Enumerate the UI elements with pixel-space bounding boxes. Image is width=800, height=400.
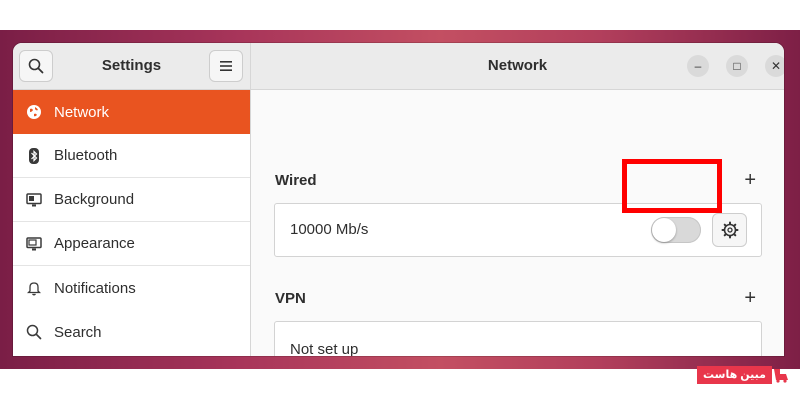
close-button[interactable]: ✕ <box>765 55 784 77</box>
vpn-card: Not set up <box>274 321 762 356</box>
minimize-button[interactable]: – <box>687 55 709 77</box>
sidebar-item-network[interactable]: Network <box>13 90 250 134</box>
add-wired-button[interactable]: + <box>744 170 756 190</box>
sidebar-title: Settings <box>101 57 162 74</box>
highlight-annotation-box <box>622 159 722 213</box>
sidebar-item-label: Appearance <box>54 235 135 252</box>
gear-icon <box>721 221 738 239</box>
globe-icon <box>25 103 43 121</box>
sidebar-item-background[interactable]: Background <box>13 178 250 222</box>
add-vpn-button[interactable]: + <box>744 288 756 308</box>
sidebar-item-label: Bluetooth <box>54 147 118 164</box>
minimize-icon: – <box>694 59 702 73</box>
close-icon: ✕ <box>770 59 782 73</box>
sidebar: Network Bluetooth Background Appearance … <box>13 90 251 356</box>
search-icon <box>28 58 44 74</box>
bell-icon <box>25 279 43 297</box>
maximize-button[interactable]: □ <box>726 55 748 77</box>
sidebar-item-search[interactable]: Search <box>13 310 250 354</box>
wired-speed-label: 10000 Mb/s <box>290 221 369 238</box>
vpn-status-label: Not set up <box>290 341 359 356</box>
hamburger-icon <box>220 61 232 71</box>
main-panel: Wired + 10000 Mb/s VPN + Not set up <box>251 90 784 356</box>
bluetooth-icon <box>25 147 43 165</box>
logo-icon <box>773 369 788 383</box>
watermark: مبین هاست <box>697 366 790 384</box>
maximize-icon: □ <box>733 59 741 73</box>
wired-section-title: Wired <box>275 172 317 189</box>
search-icon <box>25 323 43 341</box>
appearance-icon <box>25 235 43 253</box>
sidebar-item-bluetooth[interactable]: Bluetooth <box>13 134 250 178</box>
sidebar-item-label: Background <box>54 191 135 208</box>
sidebar-item-label: Notifications <box>54 279 136 297</box>
sidebar-item-appearance[interactable]: Appearance <box>13 222 250 266</box>
sidebar-item-label: Search <box>54 323 102 341</box>
monitor-icon <box>25 191 43 209</box>
wired-toggle-switch[interactable] <box>651 217 701 243</box>
menu-button[interactable] <box>209 50 243 82</box>
vpn-section-title: VPN <box>275 290 306 307</box>
watermark-text: مبین هاست <box>697 366 772 384</box>
main-header: Network – □ ✕ <box>251 43 784 90</box>
sidebar-item-notifications[interactable]: Notifications <box>13 266 250 310</box>
sidebar-header: Settings <box>13 43 251 90</box>
search-button[interactable] <box>19 50 53 82</box>
toggle-knob <box>652 218 676 242</box>
sidebar-item-label: Network <box>54 103 110 121</box>
wired-settings-button[interactable] <box>712 213 747 247</box>
